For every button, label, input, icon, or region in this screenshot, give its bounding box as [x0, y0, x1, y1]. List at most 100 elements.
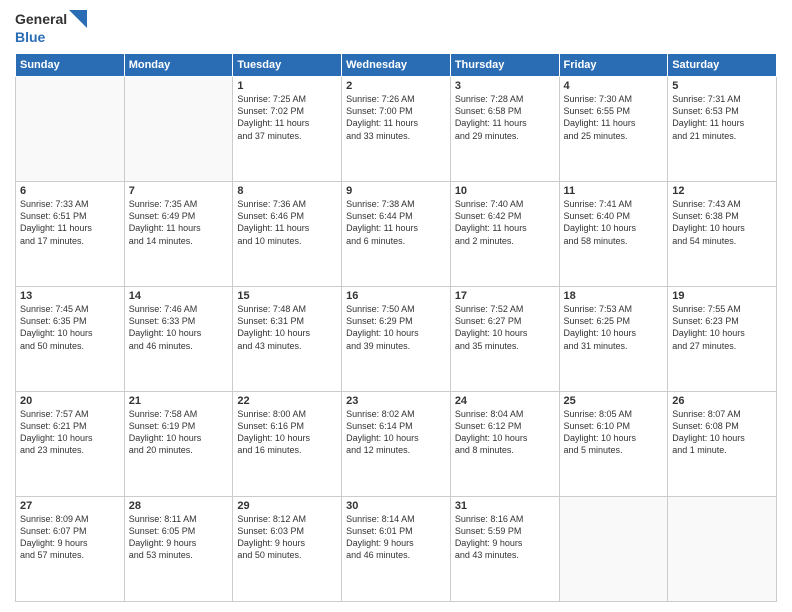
calendar-cell: 19Sunrise: 7:55 AM Sunset: 6:23 PM Dayli…: [668, 287, 777, 392]
calendar-week-5: 27Sunrise: 8:09 AM Sunset: 6:07 PM Dayli…: [16, 497, 777, 602]
day-number: 23: [346, 395, 446, 407]
day-number: 22: [237, 395, 337, 407]
day-number: 10: [455, 185, 555, 197]
logo-arrow-icon: [69, 10, 87, 28]
day-number: 29: [237, 500, 337, 512]
day-detail: Sunrise: 7:46 AM Sunset: 6:33 PM Dayligh…: [129, 303, 229, 352]
day-number: 14: [129, 290, 229, 302]
day-detail: Sunrise: 7:38 AM Sunset: 6:44 PM Dayligh…: [346, 198, 446, 247]
calendar-cell: 22Sunrise: 8:00 AM Sunset: 6:16 PM Dayli…: [233, 392, 342, 497]
day-detail: Sunrise: 7:35 AM Sunset: 6:49 PM Dayligh…: [129, 198, 229, 247]
day-detail: Sunrise: 8:09 AM Sunset: 6:07 PM Dayligh…: [20, 513, 120, 562]
day-detail: Sunrise: 7:48 AM Sunset: 6:31 PM Dayligh…: [237, 303, 337, 352]
day-detail: Sunrise: 8:00 AM Sunset: 6:16 PM Dayligh…: [237, 408, 337, 457]
calendar-week-4: 20Sunrise: 7:57 AM Sunset: 6:21 PM Dayli…: [16, 392, 777, 497]
day-detail: Sunrise: 8:14 AM Sunset: 6:01 PM Dayligh…: [346, 513, 446, 562]
day-detail: Sunrise: 7:52 AM Sunset: 6:27 PM Dayligh…: [455, 303, 555, 352]
day-detail: Sunrise: 7:41 AM Sunset: 6:40 PM Dayligh…: [564, 198, 664, 247]
calendar-cell: 2Sunrise: 7:26 AM Sunset: 7:00 PM Daylig…: [342, 77, 451, 182]
day-number: 31: [455, 500, 555, 512]
day-detail: Sunrise: 8:04 AM Sunset: 6:12 PM Dayligh…: [455, 408, 555, 457]
day-number: 3: [455, 80, 555, 92]
day-detail: Sunrise: 7:36 AM Sunset: 6:46 PM Dayligh…: [237, 198, 337, 247]
day-number: 5: [672, 80, 772, 92]
day-number: 27: [20, 500, 120, 512]
day-number: 6: [20, 185, 120, 197]
calendar-cell: 5Sunrise: 7:31 AM Sunset: 6:53 PM Daylig…: [668, 77, 777, 182]
calendar-cell: [668, 497, 777, 602]
day-detail: Sunrise: 8:11 AM Sunset: 6:05 PM Dayligh…: [129, 513, 229, 562]
day-detail: Sunrise: 7:25 AM Sunset: 7:02 PM Dayligh…: [237, 93, 337, 142]
calendar-week-1: 1Sunrise: 7:25 AM Sunset: 7:02 PM Daylig…: [16, 77, 777, 182]
calendar-cell: 16Sunrise: 7:50 AM Sunset: 6:29 PM Dayli…: [342, 287, 451, 392]
day-number: 21: [129, 395, 229, 407]
calendar-cell: 25Sunrise: 8:05 AM Sunset: 6:10 PM Dayli…: [559, 392, 668, 497]
weekday-header-monday: Monday: [124, 54, 233, 77]
day-detail: Sunrise: 8:12 AM Sunset: 6:03 PM Dayligh…: [237, 513, 337, 562]
calendar-cell: 18Sunrise: 7:53 AM Sunset: 6:25 PM Dayli…: [559, 287, 668, 392]
calendar-cell: [16, 77, 125, 182]
day-number: 4: [564, 80, 664, 92]
weekday-header-thursday: Thursday: [450, 54, 559, 77]
day-detail: Sunrise: 7:55 AM Sunset: 6:23 PM Dayligh…: [672, 303, 772, 352]
calendar-cell: 12Sunrise: 7:43 AM Sunset: 6:38 PM Dayli…: [668, 182, 777, 287]
day-number: 26: [672, 395, 772, 407]
day-number: 1: [237, 80, 337, 92]
day-number: 20: [20, 395, 120, 407]
calendar-cell: 7Sunrise: 7:35 AM Sunset: 6:49 PM Daylig…: [124, 182, 233, 287]
logo-text: General Blue: [15, 10, 87, 47]
day-detail: Sunrise: 7:40 AM Sunset: 6:42 PM Dayligh…: [455, 198, 555, 247]
day-number: 2: [346, 80, 446, 92]
day-detail: Sunrise: 7:30 AM Sunset: 6:55 PM Dayligh…: [564, 93, 664, 142]
calendar-cell: 30Sunrise: 8:14 AM Sunset: 6:01 PM Dayli…: [342, 497, 451, 602]
calendar-week-2: 6Sunrise: 7:33 AM Sunset: 6:51 PM Daylig…: [16, 182, 777, 287]
calendar-cell: 20Sunrise: 7:57 AM Sunset: 6:21 PM Dayli…: [16, 392, 125, 497]
day-detail: Sunrise: 7:43 AM Sunset: 6:38 PM Dayligh…: [672, 198, 772, 247]
day-detail: Sunrise: 7:58 AM Sunset: 6:19 PM Dayligh…: [129, 408, 229, 457]
weekday-header-friday: Friday: [559, 54, 668, 77]
weekday-header-saturday: Saturday: [668, 54, 777, 77]
calendar-cell: 27Sunrise: 8:09 AM Sunset: 6:07 PM Dayli…: [16, 497, 125, 602]
calendar-cell: 10Sunrise: 7:40 AM Sunset: 6:42 PM Dayli…: [450, 182, 559, 287]
calendar-cell: 6Sunrise: 7:33 AM Sunset: 6:51 PM Daylig…: [16, 182, 125, 287]
calendar-cell: 1Sunrise: 7:25 AM Sunset: 7:02 PM Daylig…: [233, 77, 342, 182]
day-detail: Sunrise: 7:50 AM Sunset: 6:29 PM Dayligh…: [346, 303, 446, 352]
day-number: 13: [20, 290, 120, 302]
day-number: 11: [564, 185, 664, 197]
day-detail: Sunrise: 8:05 AM Sunset: 6:10 PM Dayligh…: [564, 408, 664, 457]
day-number: 28: [129, 500, 229, 512]
day-detail: Sunrise: 7:57 AM Sunset: 6:21 PM Dayligh…: [20, 408, 120, 457]
calendar-cell: 17Sunrise: 7:52 AM Sunset: 6:27 PM Dayli…: [450, 287, 559, 392]
calendar-cell: 26Sunrise: 8:07 AM Sunset: 6:08 PM Dayli…: [668, 392, 777, 497]
day-detail: Sunrise: 7:45 AM Sunset: 6:35 PM Dayligh…: [20, 303, 120, 352]
day-detail: Sunrise: 7:53 AM Sunset: 6:25 PM Dayligh…: [564, 303, 664, 352]
calendar-cell: 15Sunrise: 7:48 AM Sunset: 6:31 PM Dayli…: [233, 287, 342, 392]
day-number: 9: [346, 185, 446, 197]
calendar-cell: 24Sunrise: 8:04 AM Sunset: 6:12 PM Dayli…: [450, 392, 559, 497]
day-number: 8: [237, 185, 337, 197]
weekday-header-tuesday: Tuesday: [233, 54, 342, 77]
calendar-cell: 14Sunrise: 7:46 AM Sunset: 6:33 PM Dayli…: [124, 287, 233, 392]
weekday-header-row: SundayMondayTuesdayWednesdayThursdayFrid…: [16, 54, 777, 77]
calendar-cell: 21Sunrise: 7:58 AM Sunset: 6:19 PM Dayli…: [124, 392, 233, 497]
day-number: 30: [346, 500, 446, 512]
day-detail: Sunrise: 8:07 AM Sunset: 6:08 PM Dayligh…: [672, 408, 772, 457]
calendar-table: SundayMondayTuesdayWednesdayThursdayFrid…: [15, 53, 777, 602]
day-detail: Sunrise: 8:02 AM Sunset: 6:14 PM Dayligh…: [346, 408, 446, 457]
calendar-cell: [559, 497, 668, 602]
calendar-cell: 23Sunrise: 8:02 AM Sunset: 6:14 PM Dayli…: [342, 392, 451, 497]
calendar-cell: 29Sunrise: 8:12 AM Sunset: 6:03 PM Dayli…: [233, 497, 342, 602]
calendar-cell: 4Sunrise: 7:30 AM Sunset: 6:55 PM Daylig…: [559, 77, 668, 182]
day-number: 18: [564, 290, 664, 302]
logo: General Blue: [15, 10, 87, 47]
header: General Blue: [15, 10, 777, 47]
day-number: 19: [672, 290, 772, 302]
weekday-header-sunday: Sunday: [16, 54, 125, 77]
calendar-cell: 3Sunrise: 7:28 AM Sunset: 6:58 PM Daylig…: [450, 77, 559, 182]
calendar-week-3: 13Sunrise: 7:45 AM Sunset: 6:35 PM Dayli…: [16, 287, 777, 392]
calendar-cell: 13Sunrise: 7:45 AM Sunset: 6:35 PM Dayli…: [16, 287, 125, 392]
day-number: 25: [564, 395, 664, 407]
day-detail: Sunrise: 7:31 AM Sunset: 6:53 PM Dayligh…: [672, 93, 772, 142]
day-number: 16: [346, 290, 446, 302]
day-detail: Sunrise: 7:26 AM Sunset: 7:00 PM Dayligh…: [346, 93, 446, 142]
